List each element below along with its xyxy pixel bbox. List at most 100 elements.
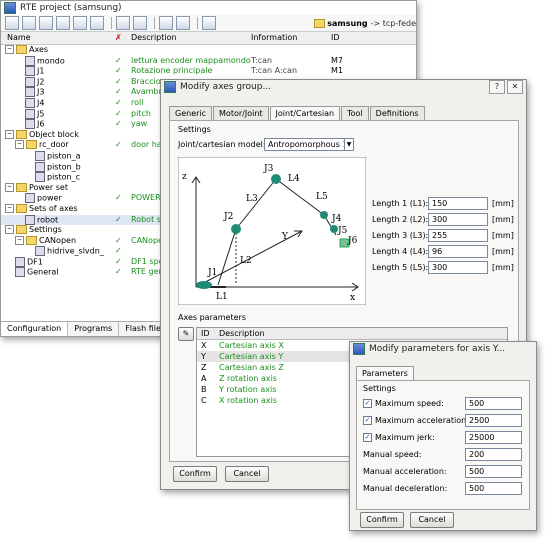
list-icon[interactable]: [133, 16, 147, 30]
folder-icon: [16, 45, 27, 54]
status-check-icon: ✓: [115, 267, 122, 277]
edit-axis-button[interactable]: ✎: [178, 327, 194, 341]
object-icon: [35, 150, 45, 161]
tab-joint-cartesian[interactable]: Joint/Cartesian: [269, 106, 341, 120]
expand-toggle-icon[interactable]: −: [5, 203, 14, 213]
paste-icon[interactable]: [73, 16, 87, 30]
status-check-icon: ✓: [115, 214, 122, 224]
help-button[interactable]: ?: [489, 80, 505, 94]
axes-dialog-title-bar: Modify axes group... ? ✕: [161, 80, 526, 94]
app-icon: [4, 2, 16, 14]
length-input[interactable]: 96: [428, 245, 488, 258]
axis-icon: [25, 108, 35, 119]
length-label: Length 4 (L4):: [372, 247, 429, 256]
param-input[interactable]: 500: [465, 482, 522, 495]
target-path: -> tcp-fede: [370, 18, 416, 28]
length-label: Length 3 (L3):: [372, 231, 429, 240]
expand-toggle-icon[interactable]: −: [5, 45, 14, 54]
tab-configuration[interactable]: Configuration: [1, 322, 69, 336]
param-input[interactable]: 2500: [465, 414, 522, 427]
param-checkbox[interactable]: ✓: [363, 433, 372, 442]
axis-id: X: [201, 341, 207, 350]
save-icon[interactable]: [39, 16, 53, 30]
col-status-icon[interactable]: ✗: [115, 33, 122, 42]
col-name[interactable]: Name: [7, 33, 31, 42]
tree-row-label: piston_b: [47, 162, 81, 172]
diagram-j3: J3: [263, 164, 274, 174]
length-input[interactable]: 255: [428, 229, 488, 242]
status-check-icon: ✓: [115, 87, 122, 97]
tab-generic[interactable]: Generic: [169, 106, 213, 120]
grid-icon[interactable]: [176, 16, 190, 30]
download-icon[interactable]: [202, 16, 216, 30]
params-confirm-button[interactable]: Confirm: [360, 512, 404, 528]
window-icon[interactable]: [159, 16, 173, 30]
tree-row-label: mondo: [37, 56, 65, 66]
param-input[interactable]: 500: [465, 465, 522, 478]
folder-icon: [16, 203, 27, 213]
mail-icon[interactable]: [90, 16, 104, 30]
diagram-y: Y: [281, 232, 289, 242]
tab-parameters[interactable]: Parameters: [356, 366, 414, 380]
length-input[interactable]: 300: [428, 261, 488, 274]
tree-row-label: Power set: [29, 182, 68, 192]
expand-toggle-icon[interactable]: −: [15, 235, 24, 245]
tree-row-description: POWER: [131, 193, 161, 203]
length-unit: [mm]: [492, 215, 514, 224]
cancel-button[interactable]: Cancel: [225, 466, 269, 482]
param-input[interactable]: 200: [465, 448, 522, 461]
length-input[interactable]: 150: [428, 197, 488, 210]
diagram-z: z: [182, 172, 187, 182]
object-icon: [35, 172, 45, 183]
confirm-button[interactable]: Confirm: [173, 466, 217, 482]
expand-toggle-icon[interactable]: −: [15, 140, 24, 150]
expand-toggle-icon[interactable]: −: [5, 182, 14, 192]
params-settings-label: Settings: [363, 384, 396, 393]
model-select[interactable]: Antropomorphous 1: [264, 138, 349, 151]
param-checkbox[interactable]: ✓: [363, 399, 372, 408]
expand-toggle-icon[interactable]: −: [5, 225, 14, 235]
tab-programs[interactable]: Programs: [68, 322, 120, 336]
object-icon: [35, 246, 45, 257]
new-icon[interactable]: [5, 16, 19, 30]
close-button[interactable]: ✕: [507, 80, 523, 94]
tab-tool[interactable]: Tool: [341, 106, 369, 120]
tab-definitions[interactable]: Definitions: [369, 106, 425, 120]
settings-label: Settings: [178, 125, 211, 134]
tree-row[interactable]: J1 ✓ Rotazione principale T:can A:can M1: [1, 66, 416, 77]
param-checkbox[interactable]: ✓: [363, 416, 372, 425]
tree-row[interactable]: mondo ✓ lettura encoder mappamondo T:can M7: [1, 55, 416, 67]
chevron-down-icon[interactable]: ▼: [344, 138, 354, 151]
tree-row-description: RTE gen: [131, 267, 164, 277]
tree-row[interactable]: − Axes: [1, 45, 416, 56]
length-label: Length 2 (L2):: [372, 215, 429, 224]
open-icon[interactable]: [22, 16, 36, 30]
params-cancel-button[interactable]: Cancel: [410, 512, 454, 528]
status-check-icon: ✓: [115, 66, 122, 76]
tree-row-description: yaw: [131, 119, 148, 129]
tree-row-label: J6: [37, 119, 45, 129]
expand-toggle-icon[interactable]: −: [5, 129, 14, 139]
axis-icon: [25, 214, 35, 225]
tab-motor-joint[interactable]: Motor/Joint: [213, 106, 269, 120]
param-input[interactable]: 500: [465, 397, 522, 410]
col-description[interactable]: Description: [131, 33, 177, 42]
axis-icon: [25, 87, 35, 98]
status-check-icon: ✓: [115, 235, 122, 245]
tree-row-label: Settings: [29, 225, 62, 235]
tree-row-description: roll: [131, 97, 144, 107]
axis-description: Y rotation axis: [219, 385, 277, 394]
params-panel: Settings ✓ Maximum speed: 500 ✓ Maximum acce…: [356, 380, 530, 510]
copy-icon[interactable]: [56, 16, 70, 30]
tree-row-label: robot: [37, 215, 59, 224]
col-information[interactable]: Information: [251, 33, 297, 42]
axis-id: Y: [201, 352, 206, 361]
length-input[interactable]: 300: [428, 213, 488, 226]
build-icon[interactable]: [116, 16, 130, 30]
param-input[interactable]: 25000: [465, 431, 522, 444]
axis-description: Z rotation axis: [219, 374, 277, 383]
axis-icon: [25, 193, 35, 204]
length-label: Length 5 (L5):: [372, 263, 429, 272]
col-id[interactable]: ID: [331, 33, 340, 42]
project-name: samsung: [327, 18, 368, 28]
